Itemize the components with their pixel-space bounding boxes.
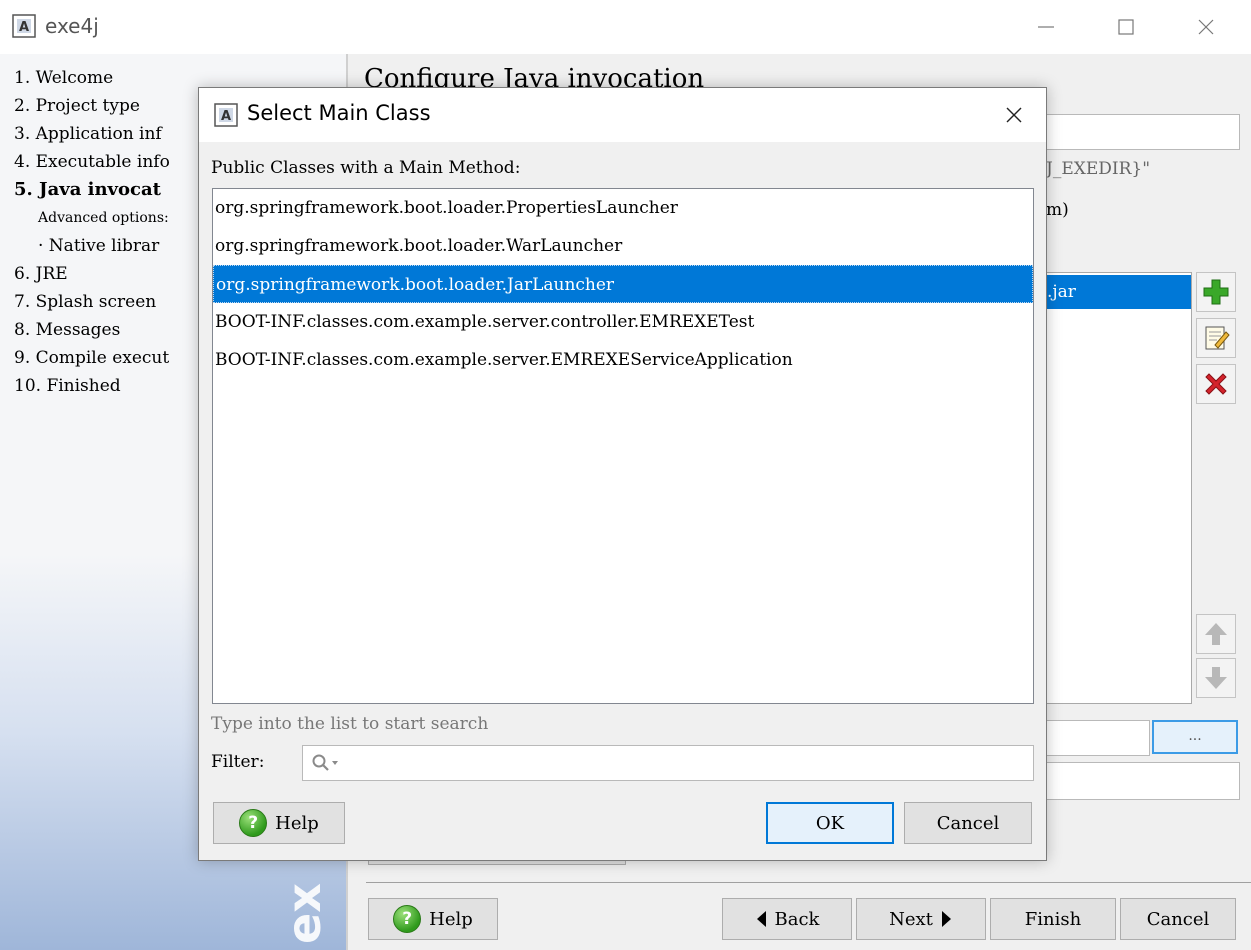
cancel-button[interactable]: Cancel bbox=[1120, 898, 1236, 940]
add-button[interactable] bbox=[1196, 272, 1236, 312]
dialog-title: Select Main Class bbox=[247, 101, 431, 125]
svg-text:A: A bbox=[19, 20, 29, 35]
partial-text: m) bbox=[1046, 200, 1069, 220]
dialog-cancel-label: Cancel bbox=[936, 812, 1000, 834]
classpath-list[interactable]: .jar bbox=[1038, 272, 1192, 704]
back-arrow-icon bbox=[756, 911, 766, 927]
back-label: Back bbox=[774, 908, 820, 930]
select-main-class-dialog: A Select Main Class Public Classes with … bbox=[198, 87, 1047, 861]
classpath-item[interactable]: .jar bbox=[1039, 275, 1191, 309]
window-titlebar: A exe4j bbox=[0, 0, 1251, 54]
move-up-button[interactable] bbox=[1196, 614, 1236, 654]
finish-button[interactable]: Finish bbox=[990, 898, 1116, 940]
dialog-close-button[interactable] bbox=[989, 96, 1039, 134]
search-hint-text: Type into the list to start search bbox=[211, 714, 489, 734]
list-item[interactable]: org.springframework.boot.loader.WarLaunc… bbox=[213, 227, 1033, 265]
list-item[interactable]: BOOT-INF.classes.com.example.server.EMRE… bbox=[213, 341, 1033, 379]
minimize-button[interactable] bbox=[1006, 0, 1086, 54]
maximize-button[interactable] bbox=[1086, 0, 1166, 54]
help-label: Help bbox=[429, 908, 473, 930]
step-java-invocation[interactable]: 5. Java invocat bbox=[14, 176, 170, 204]
finish-label: Finish bbox=[1024, 908, 1082, 930]
step-executable-info[interactable]: 4. Executable info bbox=[14, 148, 170, 176]
edit-button[interactable] bbox=[1196, 318, 1236, 358]
step-compile-executable[interactable]: 9. Compile execut bbox=[14, 344, 170, 372]
step-native-libraries[interactable]: · Native librar bbox=[14, 232, 170, 260]
footer-separator bbox=[366, 882, 1251, 883]
help-icon: ? bbox=[239, 809, 268, 837]
search-icon[interactable] bbox=[311, 753, 341, 773]
step-advanced-options-heading: Advanced options: bbox=[38, 210, 169, 226]
step-project-type[interactable]: 2. Project type bbox=[14, 92, 170, 120]
dialog-titlebar: A Select Main Class bbox=[199, 88, 1046, 142]
step-application-info[interactable]: 3. Application inf bbox=[14, 120, 170, 148]
step-jre[interactable]: 6. JRE bbox=[14, 260, 170, 288]
filter-label: Filter: bbox=[211, 752, 265, 772]
close-icon bbox=[1198, 19, 1214, 35]
svg-text:A: A bbox=[221, 109, 231, 124]
delete-icon bbox=[1205, 373, 1227, 395]
dialog-help-label: Help bbox=[275, 812, 319, 834]
step-finished[interactable]: 10. Finished bbox=[14, 372, 170, 400]
step-welcome[interactable]: 1. Welcome bbox=[14, 64, 170, 92]
main-class-list[interactable]: org.springframework.boot.loader.Properti… bbox=[212, 188, 1034, 704]
exe4j-app-icon: A bbox=[214, 103, 238, 127]
browse-button[interactable]: ... bbox=[1152, 720, 1238, 754]
main-class-field[interactable] bbox=[1038, 114, 1240, 150]
list-item[interactable]: org.springframework.boot.loader.Properti… bbox=[213, 189, 1033, 227]
maximize-icon bbox=[1118, 19, 1134, 35]
edit-icon bbox=[1205, 326, 1230, 350]
next-button[interactable]: Next bbox=[856, 898, 986, 940]
help-button[interactable]: ? Help bbox=[368, 898, 498, 940]
cancel-label: Cancel bbox=[1146, 908, 1210, 930]
step-messages[interactable]: 8. Messages bbox=[14, 316, 170, 344]
back-button[interactable]: Back bbox=[722, 898, 852, 940]
exe4j-app-icon: A bbox=[12, 14, 36, 38]
ok-label: OK bbox=[815, 812, 845, 834]
dialog-cancel-button[interactable]: Cancel bbox=[904, 802, 1032, 844]
add-icon bbox=[1203, 279, 1229, 305]
steps-list: 1. Welcome 2. Project type 3. Applicatio… bbox=[14, 64, 170, 400]
step-splash-screen[interactable]: 7. Splash screen bbox=[14, 288, 170, 316]
filter-input[interactable] bbox=[302, 745, 1034, 781]
delete-button[interactable] bbox=[1196, 364, 1236, 404]
list-item-selected[interactable]: org.springframework.boot.loader.JarLaunc… bbox=[213, 265, 1033, 303]
next-label: Next bbox=[889, 908, 933, 930]
list-item[interactable]: BOOT-INF.classes.com.example.server.cont… bbox=[213, 303, 1033, 341]
path-field[interactable] bbox=[1038, 720, 1150, 756]
window-title: exe4j bbox=[45, 14, 99, 38]
partial-path-text: J_EXEDIR}" bbox=[1046, 159, 1151, 179]
svg-text:ex: ex bbox=[277, 883, 331, 944]
arrow-down-icon bbox=[1205, 667, 1227, 689]
dialog-help-button[interactable]: ? Help bbox=[213, 802, 345, 844]
close-icon bbox=[1006, 107, 1022, 123]
move-down-button[interactable] bbox=[1196, 658, 1236, 698]
next-arrow-icon bbox=[941, 911, 951, 927]
close-button[interactable] bbox=[1166, 0, 1246, 54]
minimize-icon bbox=[1038, 26, 1054, 28]
ok-button[interactable]: OK bbox=[766, 802, 894, 844]
arguments-field[interactable] bbox=[1038, 762, 1240, 800]
help-icon: ? bbox=[393, 905, 422, 933]
classes-list-label: Public Classes with a Main Method: bbox=[211, 158, 521, 178]
arrow-up-icon bbox=[1205, 623, 1227, 645]
